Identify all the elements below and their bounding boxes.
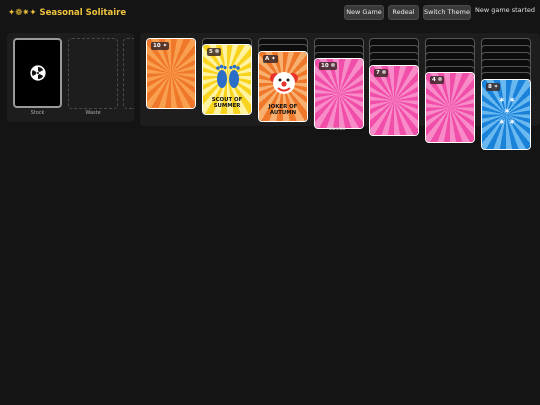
card-name: JOKER OF AUTUMN: [268, 104, 298, 116]
new-game-button[interactable]: New Game: [344, 5, 384, 20]
waste-label: Waste: [85, 110, 101, 116]
card-rank-badge: 4 ❁: [430, 76, 445, 84]
app-title: ✦❁✷✦ Seasonal Solitaire: [8, 8, 127, 18]
tableau-card-6[interactable]: 4 ❁: [425, 72, 475, 143]
foundation-slot[interactable]: [123, 38, 134, 109]
status-message: New game started: [475, 6, 536, 14]
tableau-card-5[interactable]: 7 ❁: [369, 65, 419, 136]
card-rank-badge: 10 ✦: [151, 42, 170, 50]
stock-pile[interactable]: [13, 38, 62, 108]
star-suit-icons: ✶ ✶ ✶ ✶ ✶: [498, 96, 516, 128]
tableau-card-1[interactable]: 10 ✦: [146, 38, 196, 109]
tableau-card-4[interactable]: 10 ❁: [314, 58, 364, 129]
stock-label: Stock: [30, 110, 45, 116]
footprints-icon: [216, 64, 240, 88]
card-rank-badge: 8 ✶: [486, 83, 501, 91]
waste-pile[interactable]: [68, 38, 118, 109]
switch-theme-button[interactable]: Switch Theme: [423, 5, 471, 20]
tableau-label: Tableau: [328, 127, 346, 132]
clown-face-icon: [270, 72, 298, 94]
card-rank-badge: 5 ❁: [207, 48, 222, 56]
top-bar: ✦❁✷✦ Seasonal Solitaire New Game Redeal …: [0, 0, 540, 26]
radiation-icon: [29, 65, 46, 81]
card-rank-badge: 10 ❁: [319, 62, 338, 70]
tableau-card-7[interactable]: 8 ✶ ✶ ✶ ✶ ✶ ✶: [481, 79, 531, 150]
tableau-card-3[interactable]: A ✦ JOKER OF AUTUMN: [258, 51, 308, 122]
card-name: SCOUT OF SUMMER: [211, 97, 243, 109]
tableau-card-2[interactable]: 5 ❁ SCOUT OF SUMMER: [202, 44, 252, 115]
redeal-button[interactable]: Redeal: [388, 5, 419, 20]
card-rank-badge: 7 ❁: [374, 69, 389, 77]
card-rank-badge: A ✦: [263, 55, 278, 63]
